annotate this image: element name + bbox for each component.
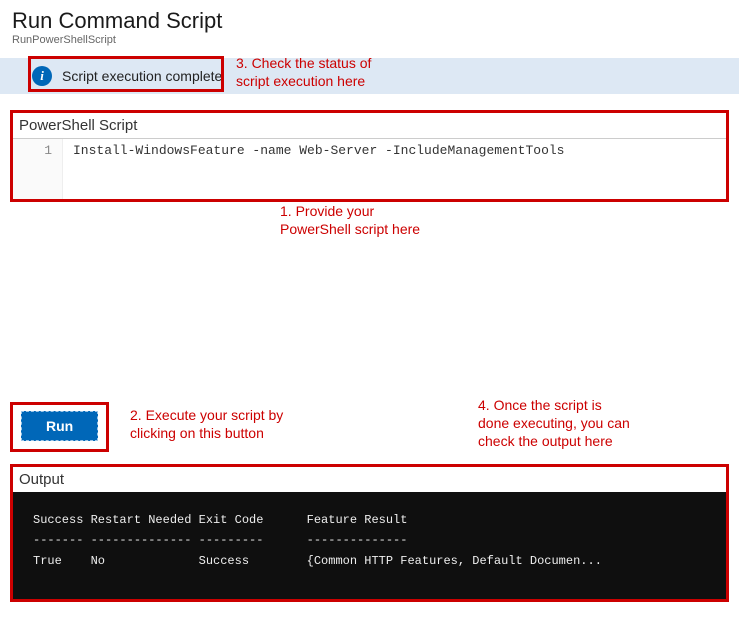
output-label: Output [13,467,726,492]
status-message: Script execution complete [62,68,222,84]
annotation-box-editor: PowerShell Script 1 Install-WindowsFeatu… [10,110,729,202]
output-section: Output Success Restart Needed Exit Code … [10,464,729,602]
info-icon: i [32,66,52,86]
page-header: Run Command Script RunPowerShellScript [0,0,739,50]
status-bar: i Script execution complete 3. Check the… [0,58,739,94]
line-number: 1 [13,139,63,199]
annotation-4: 4. Once the script is done executing, yo… [478,396,630,451]
annotation-box-run: Run [10,402,109,452]
code-content[interactable]: Install-WindowsFeature -name Web-Server … [63,139,726,199]
annotation-3: 3. Check the status of script execution … [236,54,371,90]
annotation-box-output: Output Success Restart Needed Exit Code … [10,464,729,602]
code-editor[interactable]: 1 Install-WindowsFeature -name Web-Serve… [13,139,726,199]
editor-section: PowerShell Script 1 Install-WindowsFeatu… [10,110,729,202]
annotation-2: 2. Execute your script by clicking on th… [130,406,283,442]
annotation-1: 1. Provide your PowerShell script here [280,202,420,238]
editor-label: PowerShell Script [13,113,726,139]
output-content: Success Restart Needed Exit Code Feature… [13,492,726,599]
page-subtitle: RunPowerShellScript [12,34,727,46]
run-button[interactable]: Run [21,411,98,441]
run-section: 4. Once the script is done executing, yo… [10,402,729,452]
page-title: Run Command Script [12,8,727,34]
